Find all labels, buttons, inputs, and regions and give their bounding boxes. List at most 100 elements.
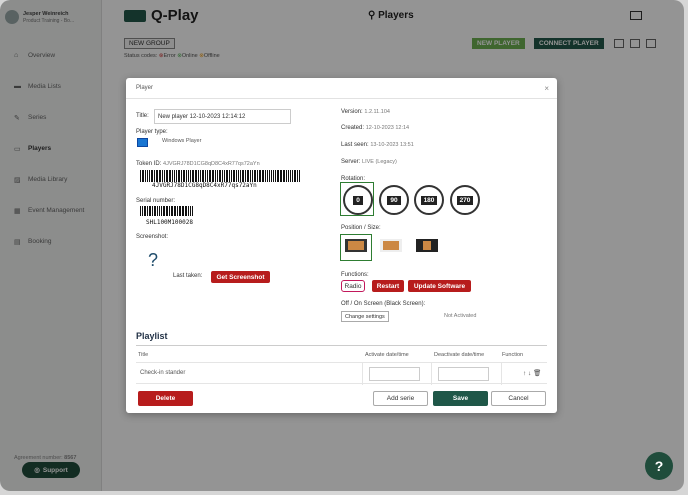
barcode-bar: [163, 206, 165, 216]
barcode-bar: [151, 170, 153, 182]
barcode-bar: [152, 206, 153, 216]
activate-datetime-input[interactable]: [369, 367, 420, 381]
barcode-bar: [169, 206, 170, 216]
barcode-bar: [254, 170, 256, 182]
barcode-bar: [178, 170, 180, 182]
token-value: 4JVGRJ78D1CG8qD8C4xR77qs72aYn: [163, 161, 260, 167]
barcode-bar: [188, 206, 189, 216]
onoff-label: Off / On Screen (Black Screen):: [341, 301, 426, 307]
change-settings-button[interactable]: Change settings: [341, 311, 389, 322]
created-value: 12-10-2023 12:14: [365, 125, 410, 131]
barcode-bar: [259, 170, 261, 182]
barcode-bar: [140, 170, 141, 182]
position-fit-button[interactable]: [380, 239, 402, 252]
barcode-bar: [195, 170, 197, 182]
rotation-270-button[interactable]: 270: [450, 185, 480, 215]
barcode-bar: [207, 170, 208, 182]
barcode-bar: [154, 170, 155, 182]
barcode-bar: [277, 170, 279, 182]
player-type-label: Player type:: [136, 129, 168, 135]
barcode-bar: [286, 170, 287, 182]
rotation-180-button[interactable]: 180: [414, 185, 444, 215]
modal-title: Player: [136, 85, 154, 91]
cancel-button[interactable]: Cancel: [491, 391, 546, 406]
barcode-bar: [169, 170, 171, 182]
barcode-bar: [192, 170, 194, 182]
barcode-bar: [297, 170, 298, 182]
barcode-bar: [200, 170, 201, 182]
divider: [136, 345, 547, 346]
token-label-text: Token ID:: [136, 161, 162, 167]
last-seen-label: Last seen:: [341, 142, 369, 148]
barcode-bar: [185, 206, 187, 216]
title-label: Title:: [136, 113, 149, 119]
close-icon[interactable]: ×: [544, 84, 549, 93]
last-seen-row: Last seen: 13-10-2023 13:51: [341, 142, 414, 148]
barcode-bar: [219, 170, 221, 182]
barcode-bar: [174, 170, 175, 182]
player-type-value: Windows Player: [162, 138, 202, 144]
barcode-bar: [140, 206, 141, 216]
barcode-bar: [179, 206, 181, 216]
barcode-bar: [198, 170, 199, 182]
barcode-bar: [275, 170, 276, 182]
barcode-bar: [288, 170, 289, 182]
token-barcode-text: 4JVGRJ78D1CG8qD8C4xR77qs72aYn: [152, 182, 257, 189]
app-window: Jesper Weinreich Product Training - Bo..…: [0, 0, 684, 491]
barcode-bar: [145, 170, 146, 182]
barcode-bar: [166, 206, 168, 216]
server-row: Server: LIVE (Legacy): [341, 159, 397, 165]
barcode-bar: [162, 170, 163, 182]
barcode-bar: [283, 170, 285, 182]
version-value: 1.2.11.104: [364, 109, 390, 115]
help-button[interactable]: ?: [645, 452, 673, 480]
col-deactivate: Deactivate date/time: [434, 352, 485, 358]
barcode-bar: [212, 170, 214, 182]
barcode-bar: [192, 206, 193, 216]
barcode-bar: [280, 170, 282, 182]
barcode-bar: [147, 170, 148, 182]
restart-button[interactable]: Restart: [372, 280, 404, 292]
barcode-bar: [215, 170, 216, 182]
barcode-bar: [229, 170, 230, 182]
add-serie-button[interactable]: Add serie: [373, 391, 428, 406]
barcode-bar: [209, 170, 211, 182]
barcode-bar: [149, 170, 150, 182]
token-label: Token ID: 4JVGRJ78D1CG8qD8C4xR77qs72aYn: [136, 161, 260, 167]
barcode-bar: [290, 170, 291, 182]
save-button[interactable]: Save: [433, 391, 488, 406]
col-activate: Activate date/time: [365, 352, 409, 358]
title-input[interactable]: New player 12-10-2023 12:14:12: [154, 109, 291, 124]
screenshot-placeholder: ?: [148, 250, 159, 270]
divider: [431, 363, 432, 385]
rotation-270-label: 270: [456, 195, 474, 205]
barcode-bar: [177, 206, 178, 216]
barcode-bar: [242, 170, 244, 182]
barcode-bar: [245, 170, 246, 182]
barcode-bar: [159, 170, 161, 182]
position-thumbnail: [383, 241, 399, 250]
last-taken-label: Last taken:: [173, 273, 203, 279]
position-small-button[interactable]: [416, 239, 438, 252]
row-function-icons[interactable]: ↑ ↓ 🗑: [523, 369, 541, 377]
barcode-bar: [156, 170, 158, 182]
radio-button[interactable]: Radio: [341, 280, 365, 292]
functions-label: Functions:: [341, 272, 369, 278]
deactivate-datetime-input[interactable]: [438, 367, 489, 381]
barcode-bar: [222, 170, 223, 182]
update-software-button[interactable]: Update Software: [408, 280, 471, 292]
created-label: Created:: [341, 125, 365, 131]
barcode-bar: [292, 170, 293, 182]
rotation-90-button[interactable]: 90: [379, 185, 409, 215]
screenshot-label: Screenshot:: [136, 234, 169, 240]
position-size-label: Position / Size:: [341, 225, 381, 231]
barcode-bar: [144, 206, 146, 216]
barcode-bar: [224, 170, 225, 182]
rotation-0-button[interactable]: 0: [343, 185, 373, 215]
position-fullscreen-button[interactable]: [345, 239, 367, 252]
delete-button[interactable]: Delete: [138, 391, 193, 406]
barcode-bar: [299, 170, 300, 182]
barcode-bar: [231, 170, 232, 182]
position-thumbnail: [348, 241, 364, 250]
get-screenshot-button[interactable]: Get Screenshot: [211, 271, 270, 283]
